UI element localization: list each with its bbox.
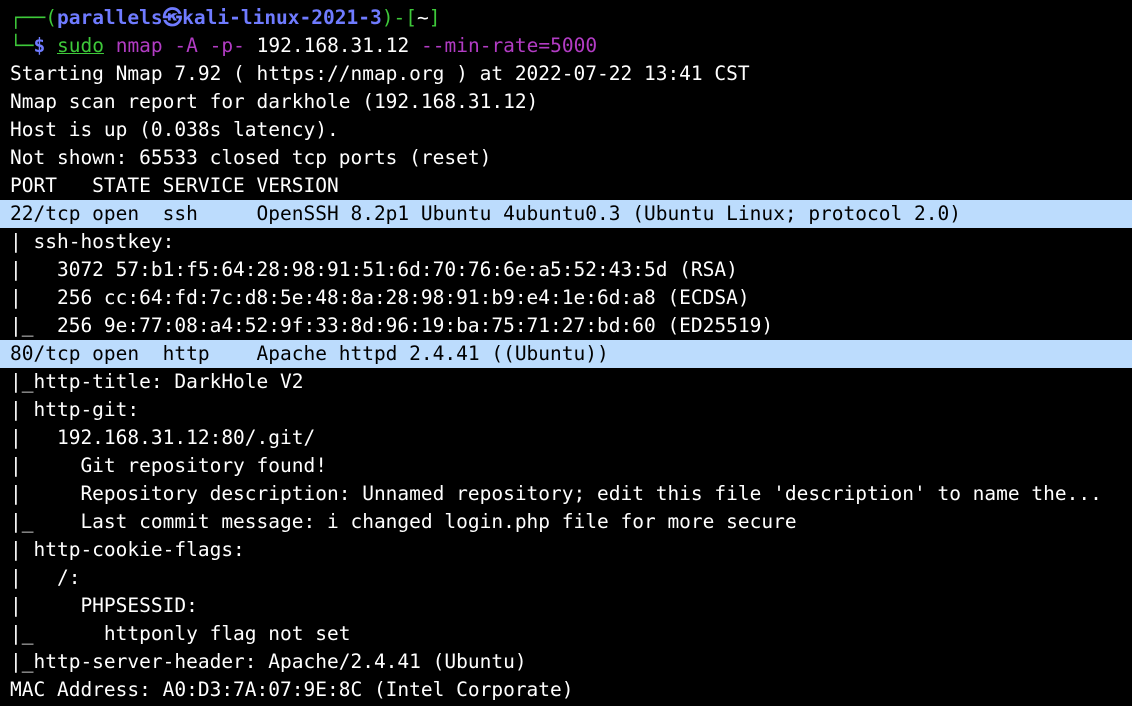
command-target: 192.168.31.12 — [256, 34, 410, 57]
output-line: |_http-title: DarkHole V2 — [10, 370, 304, 393]
output-line: | Repository description: Unnamed reposi… — [10, 482, 1102, 505]
output-line: PORT STATE SERVICE VERSION — [10, 174, 339, 197]
output-line: | http-cookie-flags: — [10, 538, 257, 561]
prompt-close-bracket: ] — [428, 6, 441, 29]
output-line: Starting Nmap 7.92 ( https://nmap.org ) … — [10, 62, 750, 85]
prompt-user: parallels㉿ — [56, 6, 183, 29]
output-line: | /: — [10, 566, 93, 589]
prompt-cwd: ~ — [416, 6, 429, 29]
output-line: | 256 cc:64:fd:7c:d8:5e:48:8a:28:98:91:b… — [10, 286, 750, 309]
prompt-close-paren: )-[ — [381, 6, 417, 29]
command-min-rate-flag: --min-rate=5000 — [421, 34, 598, 57]
output-line: | 192.168.31.12:80/.git/ — [10, 426, 316, 449]
prompt-corner-top: ┌──( — [10, 6, 57, 29]
command-options: -A -p- — [174, 34, 245, 57]
output-line: |_http-server-header: Apache/2.4.41 (Ubu… — [10, 650, 527, 673]
terminal-output: Starting Nmap 7.92 ( https://nmap.org ) … — [0, 60, 1132, 704]
output-line: | 3072 57:b1:f5:64:28:98:91:51:6d:70:76:… — [10, 258, 738, 281]
output-line: |_ Last commit message: i changed login.… — [10, 510, 809, 533]
output-line: Not shown: 65533 closed tcp ports (reset… — [10, 146, 492, 169]
output-line-highlighted: 22/tcp open ssh OpenSSH 8.2p1 Ubuntu 4ub… — [0, 200, 1132, 228]
terminal-window[interactable]: ┌──(parallels㉿kali-linux-2021-3)-[~] └─$… — [0, 4, 1132, 704]
output-line: |_ 256 9e:77:08:a4:52:9f:33:8d:96:19:ba:… — [10, 314, 774, 337]
output-line: | ssh-hostkey: — [10, 230, 187, 253]
output-line: |_ httponly flag not set — [10, 622, 351, 645]
prompt-line-top: ┌──(parallels㉿kali-linux-2021-3)-[~] — [0, 4, 1132, 32]
command-nmap: nmap — [115, 34, 163, 57]
output-line: | http-git: — [10, 398, 151, 421]
prompt-dollar: $ — [33, 34, 46, 57]
output-line: Host is up (0.038s latency). — [10, 118, 339, 141]
command-sudo: sudo — [56, 34, 104, 57]
output-line: Nmap scan report for darkhole (192.168.3… — [10, 90, 539, 113]
prompt-host: kali-linux-2021-3 — [182, 6, 382, 29]
prompt-corner-bottom: └─ — [10, 34, 34, 57]
output-line: | PHPSESSID: — [10, 594, 210, 617]
output-line: MAC Address: A0:D3:7A:07:9E:8C (Intel Co… — [10, 678, 574, 701]
output-line-highlighted: 80/tcp open http Apache httpd 2.4.41 ((U… — [0, 340, 1132, 368]
prompt-line-command[interactable]: └─$ sudo nmap -A -p- 192.168.31.12 --min… — [0, 32, 1132, 60]
output-line: | Git repository found! — [10, 454, 327, 477]
